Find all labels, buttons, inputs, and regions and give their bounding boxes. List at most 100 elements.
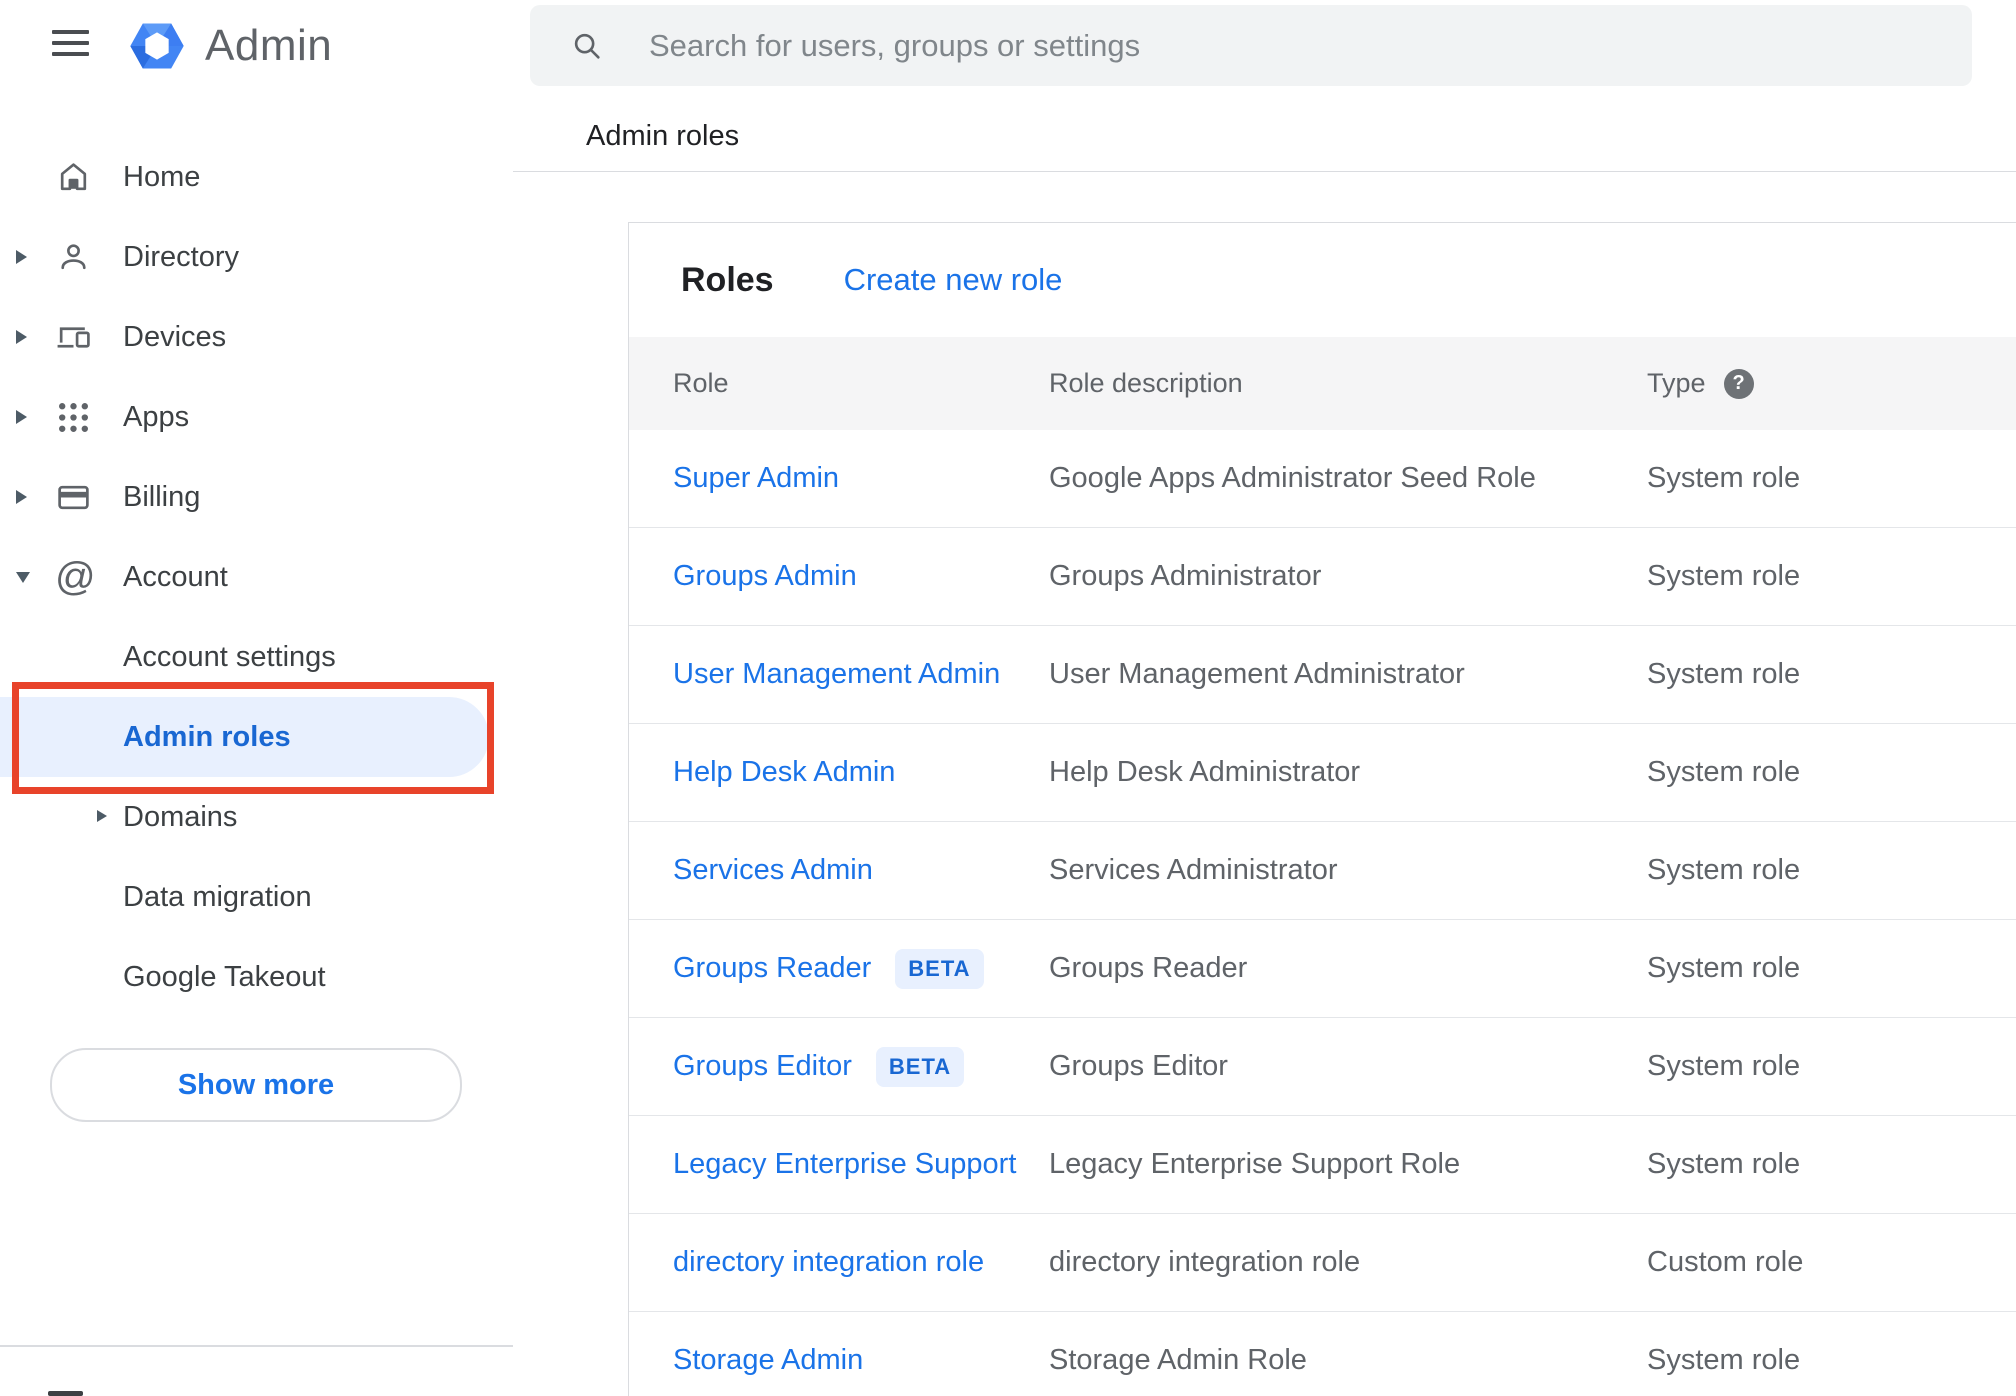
sidebar: Admin Home Directory Devices Apps Billin…	[0, 0, 513, 1396]
expand-arrow-icon[interactable]	[16, 330, 27, 344]
table-row: directory integration role directory int…	[629, 1214, 2016, 1312]
role-link[interactable]: Services Admin	[673, 854, 873, 887]
role-description: Groups Administrator	[1049, 560, 1322, 592]
role-link[interactable]: Help Desk Admin	[673, 756, 895, 789]
role-description: User Management Administrator	[1049, 658, 1465, 690]
table-row: Legacy Enterprise Support Legacy Enterpr…	[629, 1116, 2016, 1214]
sidebar-item-home[interactable]: Home	[0, 137, 513, 217]
role-description: Google Apps Administrator Seed Role	[1049, 462, 1536, 494]
role-link[interactable]: Storage Admin	[673, 1344, 863, 1377]
role-type: System role	[1647, 658, 1801, 690]
devices-icon	[55, 319, 123, 356]
sidebar-item-data-migration[interactable]: Data migration	[0, 857, 513, 937]
sidebar-item-label: Data migration	[123, 880, 312, 913]
search-icon	[574, 33, 600, 59]
hamburger-menu-icon[interactable]	[52, 30, 89, 57]
role-type: System role	[1647, 1344, 1801, 1376]
role-type: System role	[1647, 952, 1801, 984]
sidebar-item-label: Directory	[123, 240, 240, 273]
admin-console-page: Admin Home Directory Devices Apps Billin…	[0, 0, 2016, 1396]
sidebar-item-billing[interactable]: Billing	[0, 457, 513, 537]
beta-badge: BETA	[895, 948, 984, 989]
expand-arrow-icon[interactable]	[16, 410, 27, 424]
sidebar-item-label: Account	[123, 560, 228, 593]
expand-arrow-icon[interactable]	[16, 250, 27, 264]
sidebar-item-google-takeout[interactable]: Google Takeout	[0, 937, 513, 1017]
breadcrumb[interactable]: Admin roles	[586, 120, 739, 153]
role-description: Groups Editor	[1049, 1050, 1228, 1082]
show-more-button[interactable]: Show more	[50, 1048, 462, 1122]
role-type: System role	[1647, 756, 1801, 788]
role-description: Groups Reader	[1049, 952, 1248, 984]
sidebar-item-label: Billing	[123, 480, 201, 513]
role-type: System role	[1647, 1050, 1801, 1082]
sidebar-divider	[0, 1345, 513, 1347]
role-type: System role	[1647, 1148, 1801, 1180]
sidebar-item-devices[interactable]: Devices	[0, 297, 513, 377]
sidebar-item-label: Google Takeout	[123, 960, 326, 993]
table-row: Storage Admin Storage Admin Role System …	[629, 1312, 2016, 1396]
role-link[interactable]: Legacy Enterprise Support	[673, 1148, 1016, 1181]
role-link[interactable]: User Management Admin	[673, 658, 1000, 691]
search-bar[interactable]	[530, 5, 1972, 86]
table-row: Groups Editor BETA Groups Editor System …	[629, 1018, 2016, 1116]
role-type: Custom role	[1647, 1246, 1804, 1278]
person-icon	[55, 239, 123, 276]
credit-card-icon	[55, 479, 123, 516]
role-link[interactable]: Groups Editor	[673, 1050, 852, 1083]
role-description: directory integration role	[1049, 1246, 1361, 1278]
sidebar-item-label: Devices	[123, 320, 227, 353]
role-link[interactable]: Super Admin	[673, 462, 839, 495]
sidebar-item-admin-roles[interactable]: Admin roles	[0, 697, 513, 777]
help-icon[interactable]: ?	[1723, 368, 1754, 399]
admin-brand[interactable]: Admin	[127, 16, 332, 76]
sidebar-item-domains[interactable]: Domains	[0, 777, 513, 857]
sidebar-item-label: Domains	[123, 800, 238, 833]
roles-card: Roles Create new role Role Role descript…	[628, 222, 2016, 1396]
role-description: Storage Admin Role	[1049, 1344, 1307, 1376]
page-title: Roles	[681, 260, 774, 299]
roles-card-header: Roles Create new role	[629, 223, 2016, 337]
sidebar-item-label: Home	[123, 160, 201, 193]
sidebar-nav: Home Directory Devices Apps Billing @ Ac…	[0, 137, 513, 1017]
column-header-type: Type	[1647, 368, 1706, 398]
table-row: Groups Admin Groups Administrator System…	[629, 528, 2016, 626]
column-header-role-description: Role description	[1049, 368, 1243, 398]
at-sign-icon: @	[55, 555, 96, 599]
sidebar-item-account[interactable]: @ Account	[0, 537, 513, 617]
sidebar-item-label: Account settings	[123, 640, 336, 673]
role-description: Services Administrator	[1049, 854, 1338, 886]
table-header: Role Role description Type ?	[629, 337, 2016, 430]
sidebar-item-label: Admin roles	[123, 720, 291, 753]
apps-grid-icon	[55, 399, 123, 436]
sidebar-item-account-settings[interactable]: Account settings	[0, 617, 513, 697]
brand-title: Admin	[205, 21, 333, 70]
breadcrumb-divider	[513, 171, 2016, 172]
role-type: System role	[1647, 462, 1801, 494]
column-header-role: Role	[673, 368, 729, 398]
admin-logo-icon	[130, 23, 184, 69]
expand-arrow-icon[interactable]	[97, 810, 107, 822]
role-link[interactable]: Groups Admin	[673, 560, 857, 593]
collapse-arrow-icon[interactable]	[16, 571, 30, 583]
role-link[interactable]: Groups Reader	[673, 952, 871, 985]
role-description: Legacy Enterprise Support Role	[1049, 1148, 1461, 1180]
sidebar-item-label: Apps	[123, 400, 190, 433]
role-link[interactable]: directory integration role	[673, 1246, 984, 1279]
role-description: Help Desk Administrator	[1049, 756, 1361, 788]
table-row: Help Desk Admin Help Desk Administrator …	[629, 724, 2016, 822]
partial-bottom-icon	[48, 1391, 83, 1396]
beta-badge: BETA	[875, 1046, 965, 1087]
table-row: User Management Admin User Management Ad…	[629, 626, 2016, 724]
role-type: System role	[1647, 560, 1801, 592]
create-new-role-link[interactable]: Create new role	[844, 262, 1063, 298]
table-row: Super Admin Google Apps Administrator Se…	[629, 430, 2016, 528]
sidebar-item-apps[interactable]: Apps	[0, 377, 513, 457]
table-row: Services Admin Services Administrator Sy…	[629, 822, 2016, 920]
expand-arrow-icon[interactable]	[16, 490, 27, 504]
sidebar-item-directory[interactable]: Directory	[0, 217, 513, 297]
search-input[interactable]	[647, 26, 1972, 65]
role-type: System role	[1647, 854, 1801, 886]
home-icon	[55, 159, 123, 196]
table-row: Groups Reader BETA Groups Reader System …	[629, 920, 2016, 1018]
